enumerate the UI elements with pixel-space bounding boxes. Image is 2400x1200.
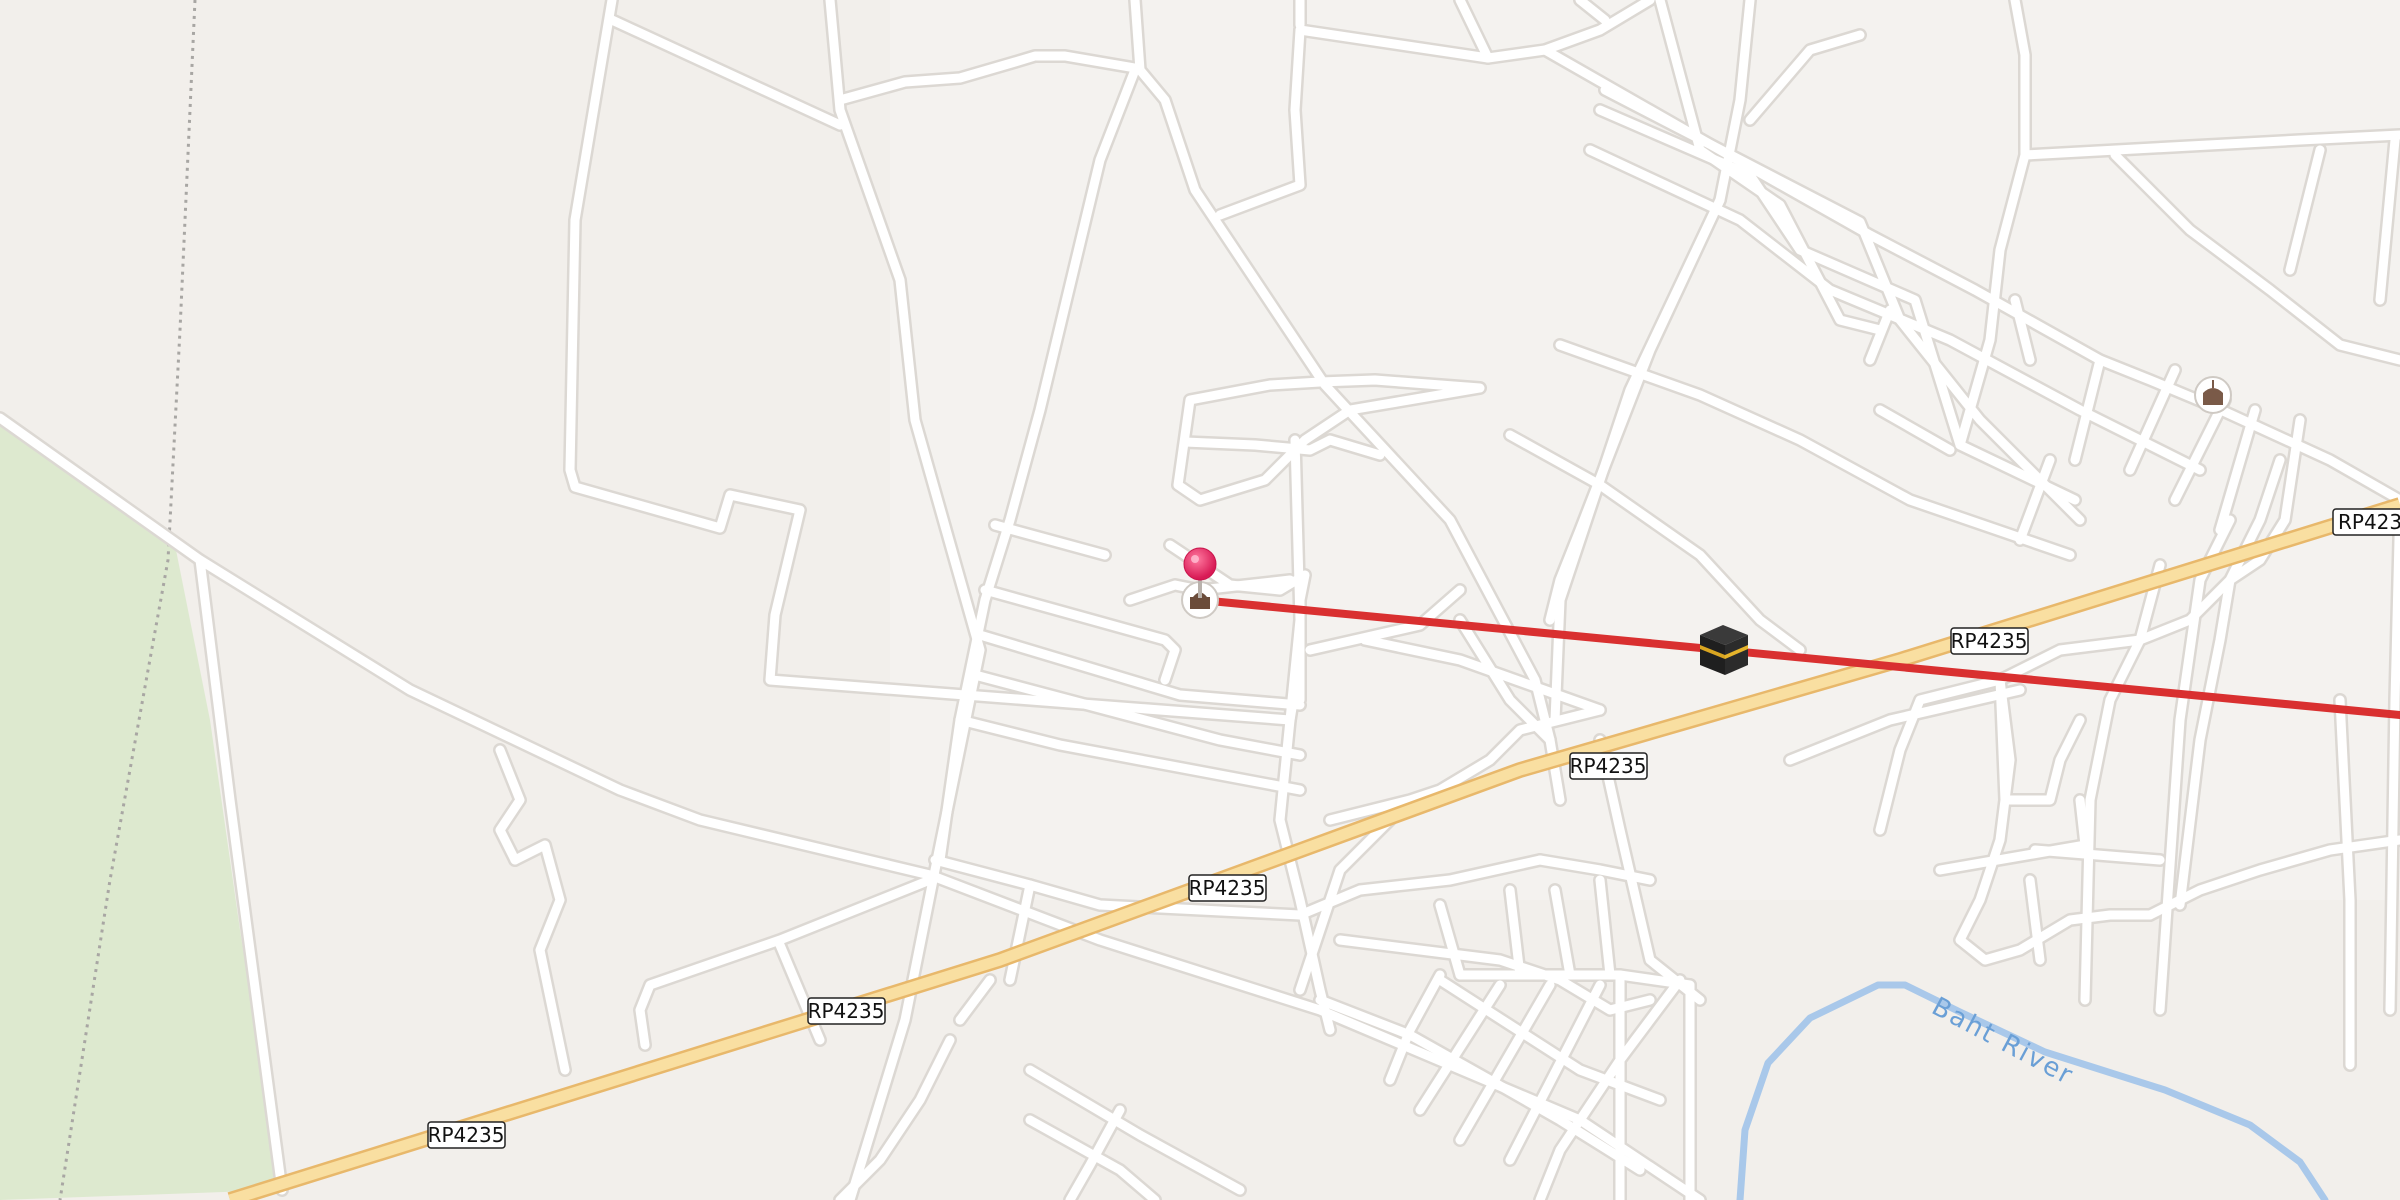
road-label-text: RP4235 <box>428 1123 505 1147</box>
road-label-text: RP4235 <box>1189 876 1266 900</box>
road-label: RP4235 <box>2332 508 2400 536</box>
road-label-text: RP4235 <box>1951 629 2028 653</box>
road-label: RP4235 <box>1569 752 1648 780</box>
road-label: RP4235 <box>1188 874 1267 902</box>
road-label: RP4235 <box>427 1121 506 1149</box>
road-label-text: RP4235 <box>2338 510 2400 534</box>
road-label-text: RP4235 <box>1570 754 1647 778</box>
map-canvas[interactable]: RP4235 RP4235 RP4235 RP4235 RP4235 RP423… <box>0 0 2400 1200</box>
road-label: RP4235 <box>807 997 886 1025</box>
kaaba-icon[interactable] <box>1700 625 1748 675</box>
road-label-text: RP4235 <box>808 999 885 1023</box>
road-label: RP4235 <box>1950 627 2029 655</box>
mosque-icon[interactable] <box>2194 376 2232 414</box>
